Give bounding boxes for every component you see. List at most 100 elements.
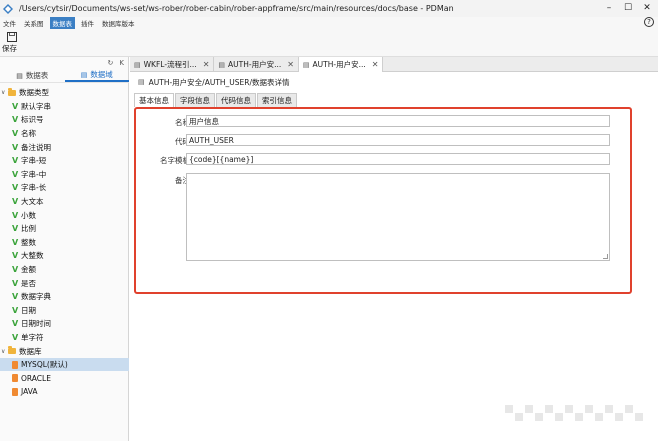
datatype-icon: V <box>12 197 19 207</box>
tab-index-info[interactable]: 索引信息 <box>257 93 297 107</box>
tree-item-datatype[interactable]: V 数据字典 <box>0 290 129 304</box>
tree-item-datatype[interactable]: V 金额 <box>0 263 129 277</box>
save-icon <box>7 32 17 42</box>
name-field[interactable] <box>186 115 610 127</box>
tree-group[interactable]: ∨ 数据类型 <box>0 86 129 100</box>
close-window-button[interactable]: ✕ <box>642 3 652 13</box>
remark-textarea[interactable] <box>186 173 610 261</box>
tab-code-info[interactable]: 代码信息 <box>216 93 256 107</box>
tree-item-datatype[interactable]: V 大文本 <box>0 195 129 209</box>
tree-item-datatype[interactable]: V 标识号 <box>0 113 129 127</box>
document-tab[interactable]: ▤ AUTH-用户安... ✕ <box>214 57 299 72</box>
menu-bar: 文件 关系图 数据表 插件 数据库版本 ? <box>0 17 658 29</box>
tree-item-label: 默认字串 <box>21 101 51 111</box>
table-icon: ▤ <box>134 60 141 69</box>
menu-file[interactable]: 文件 <box>1 18 22 28</box>
tree-item-label: JAVA <box>21 387 38 397</box>
tree-item-datatype[interactable]: V 单字符 <box>0 331 129 345</box>
tree-item-datatype[interactable]: V 日期 <box>0 304 129 318</box>
tree-item-datatype[interactable]: V 比例 <box>0 222 129 236</box>
detail-sub-tabs: 基本信息 字段信息 代码信息 索引信息 <box>134 93 298 107</box>
tree-item-datatype[interactable]: V 字串-长 <box>0 181 129 195</box>
tree-item-datatype[interactable]: V 日期时间 <box>0 317 129 331</box>
datatype-icon: V <box>12 142 19 152</box>
database-icon <box>12 387 18 396</box>
tab-data-tables[interactable]: ▤ 数据表 <box>0 69 65 82</box>
menu-db-version[interactable]: 数据库版本 <box>100 18 141 28</box>
tree-item-datatype[interactable]: V 小数 <box>0 208 129 222</box>
window-title: /Users/cytsir/Documents/ws-set/ws-rober/… <box>19 4 454 13</box>
tree-item-database[interactable]: JAVA <box>0 385 129 399</box>
folder-icon <box>8 87 16 96</box>
tree-item-label: 字串-中 <box>21 169 47 179</box>
tree-item-datatype[interactable]: V 字串-中 <box>0 168 129 182</box>
save-button[interactable]: 保存 <box>2 31 22 55</box>
chevron-down-icon[interactable]: ∨ <box>1 89 8 96</box>
tree-item-datatype[interactable]: V 是否 <box>0 276 129 290</box>
document-tab-label: AUTH-用户安... <box>312 60 366 69</box>
name-template-field[interactable] <box>186 153 610 165</box>
watermark <box>505 405 655 423</box>
tree-item-datatype[interactable]: V 默认字串 <box>0 100 129 114</box>
tree-item-label: 数据字典 <box>21 292 51 302</box>
name-template-label: 名字模板 <box>160 156 190 165</box>
menu-data-table[interactable]: 数据表 <box>49 17 75 29</box>
collapse-panel-icon[interactable]: K <box>119 59 124 67</box>
tree-item-label: 大整数 <box>21 251 44 261</box>
tree-item-datatype[interactable]: V 名称 <box>0 127 129 141</box>
tree-item-label: 数据类型 <box>19 88 49 98</box>
tree-item-label: 大文本 <box>21 197 44 207</box>
tree-item-label: 标识号 <box>21 115 44 125</box>
tab-data-domains[interactable]: ▤ 数据域 <box>64 69 129 82</box>
tree-item-label: MYSQL(默认) <box>21 360 68 370</box>
tab-basic-info[interactable]: 基本信息 <box>134 93 174 107</box>
code-field[interactable] <box>186 134 610 146</box>
minimize-button[interactable]: – <box>604 3 614 13</box>
datatype-icon: V <box>12 292 19 302</box>
menu-plugins[interactable]: 插件 <box>79 18 100 28</box>
toolbar: 保存 <box>0 29 658 57</box>
document-tab[interactable]: ▤ AUTH-用户安... ✕ <box>298 57 384 72</box>
chevron-down-icon[interactable]: ∨ <box>1 348 8 355</box>
datatype-icon: V <box>12 305 19 315</box>
document-tab-label: WKFL-流程引... <box>143 60 197 69</box>
tree-item-database[interactable]: ORACLE <box>0 371 129 385</box>
tab-field-info[interactable]: 字段信息 <box>175 93 215 107</box>
tree-item-label: 字串-长 <box>21 183 47 193</box>
tree-item-datatype[interactable]: V 备注说明 <box>0 140 129 154</box>
datatype-icon: V <box>12 265 19 275</box>
left-panel: ↻ K ▤ 数据表 ▤ 数据域 ∨ 数据类型 V 默认字串 V 标识号 V 名称 V 备注说明 V 字… <box>0 57 129 441</box>
tree-item-datatype[interactable]: V 大整数 <box>0 249 129 263</box>
menu-relation-diagram[interactable]: 关系图 <box>22 18 50 28</box>
tree-item-database[interactable]: MYSQL(默认) <box>0 357 129 372</box>
tree-item-label: 名称 <box>21 129 36 139</box>
close-icon[interactable]: ✕ <box>287 60 294 69</box>
close-icon[interactable]: ✕ <box>372 60 379 69</box>
datatype-icon: V <box>12 169 19 179</box>
help-icon[interactable]: ? <box>644 17 654 27</box>
tree-item-datatype[interactable]: V 字串-短 <box>0 154 129 168</box>
datatype-icon: V <box>12 115 19 125</box>
datatype-icon: V <box>12 210 19 220</box>
resize-grip-icon[interactable] <box>603 254 608 259</box>
datatype-icon: V <box>12 156 19 166</box>
refresh-icon[interactable]: ↻ <box>108 59 114 67</box>
tree-group[interactable]: ∨ 数据库 <box>0 344 129 358</box>
table-icon: ▤ <box>138 78 145 86</box>
folder-icon <box>8 346 16 355</box>
maximize-button[interactable]: ☐ <box>623 3 633 13</box>
remark-label: 备注 <box>175 176 190 185</box>
tree-item-label: 字串-短 <box>21 156 47 166</box>
tree-item-label: 日期 <box>21 305 36 315</box>
tree-item-label: 小数 <box>21 210 36 220</box>
document-tab[interactable]: ▤ WKFL-流程引... ✕ <box>130 57 215 72</box>
database-icon <box>12 360 18 369</box>
tree-item-label: 数据库 <box>19 346 42 356</box>
close-icon[interactable]: ✕ <box>203 60 210 69</box>
table-icon: ▤ <box>302 60 310 69</box>
domain-tree: ∨ 数据类型 V 默认字串 V 标识号 V 名称 V 备注说明 V 字串-短 V 字串-中 V 字串-长 V 大文… <box>0 86 129 399</box>
table-icon: ▤ <box>16 71 23 80</box>
table-icon: ▤ <box>218 60 226 69</box>
tree-item-label: ORACLE <box>21 373 51 383</box>
tree-item-datatype[interactable]: V 整数 <box>0 236 129 250</box>
